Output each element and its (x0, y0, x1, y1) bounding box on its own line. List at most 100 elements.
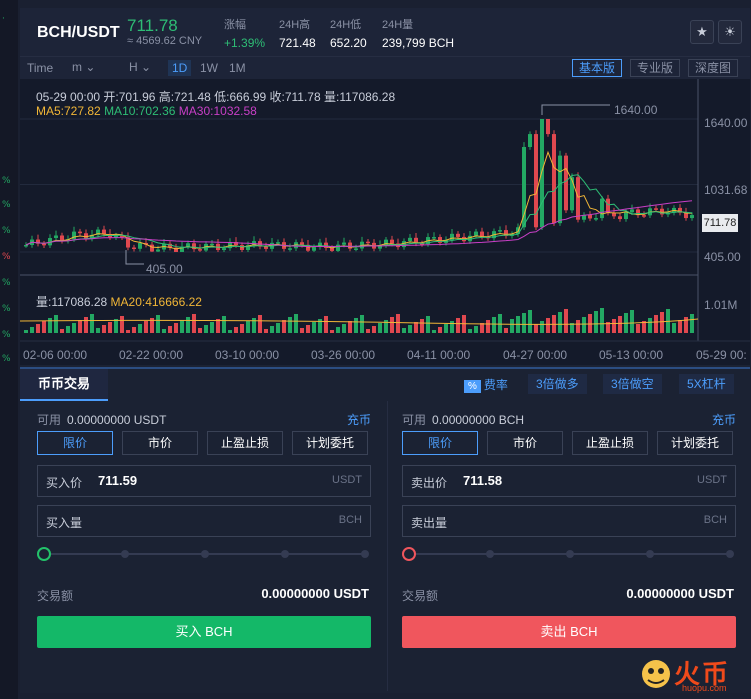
edge-tick: % (2, 200, 11, 210)
volume-bar (180, 320, 184, 333)
volume-bar (138, 324, 142, 333)
volume-bar (126, 330, 130, 333)
view-basic-button[interactable]: 基本版 (572, 59, 623, 77)
buy-amount-slider[interactable] (37, 546, 371, 562)
watermark-sub: huopu.com (682, 683, 727, 693)
volume-bar (468, 329, 472, 333)
volume-bar (102, 325, 106, 333)
volume-bar (474, 326, 478, 333)
hour-select[interactable]: H ⌄ (129, 60, 151, 74)
volume-bar (366, 329, 370, 333)
tab-spot-trading[interactable]: 币币交易 (20, 369, 108, 401)
ma10-label: MA10:702.36 (104, 104, 176, 118)
leverage-short-button[interactable]: 3倍做空 (603, 374, 662, 394)
buy-deposit-link[interactable]: 充币 (347, 411, 371, 428)
candle-body (132, 247, 136, 250)
buy-available: 可用 0.00000000 USDT (37, 411, 166, 428)
volume-bar (684, 317, 688, 333)
volume-bar (234, 327, 238, 333)
slider-stop[interactable] (566, 550, 574, 558)
fee-rate-link[interactable]: % 费率 (464, 376, 508, 393)
sell-limit-tab[interactable]: 限价 (402, 431, 478, 455)
volume-bar (282, 320, 286, 333)
interval-1d[interactable]: 1D (168, 60, 192, 76)
candle-body (42, 243, 46, 246)
buy-button[interactable]: 买入 BCH (37, 616, 371, 648)
volume-bar (612, 319, 616, 333)
volume-bar (522, 313, 526, 333)
leverage-long-button[interactable]: 3倍做多 (528, 374, 587, 394)
volume-bar (162, 329, 166, 333)
x-axis-label: 03-26 00:00 (311, 348, 376, 362)
slider-stop[interactable] (201, 550, 209, 558)
candle-body (588, 214, 592, 219)
candle-body (342, 242, 346, 245)
time-button[interactable]: Time (23, 60, 57, 76)
favorite-star-icon[interactable]: ★ (690, 20, 714, 44)
candle-body (312, 247, 316, 251)
slider-stop[interactable] (121, 550, 129, 558)
buy-qty-field[interactable]: 买入量 BCH (37, 505, 371, 537)
kline-chart[interactable]: 05-29 00:00 开:701.96 高:721.48 低:666.99 收… (20, 79, 750, 365)
buy-stop-tab[interactable]: 止盈止损 (207, 431, 283, 455)
sell-qty-field[interactable]: 卖出量 BCH (402, 505, 736, 537)
volume-bar (96, 328, 100, 333)
buy-price-field[interactable]: 买入价 711.59 USDT (37, 465, 371, 497)
sell-deposit-link[interactable]: 充币 (712, 411, 736, 428)
x-axis-label: 02-06 00:00 (23, 348, 88, 362)
slider-stop[interactable] (281, 550, 289, 558)
slider-stop[interactable] (361, 550, 369, 558)
volume-bar (486, 320, 490, 333)
volume-bar (594, 311, 598, 333)
view-depth-button[interactable]: 深度图 (688, 59, 739, 77)
volume-bar (408, 325, 412, 333)
candle-body (366, 241, 370, 244)
minute-select[interactable]: m ⌄ (72, 60, 95, 74)
field-label: 卖出价 (411, 476, 448, 490)
volume-bar (144, 321, 148, 333)
view-pro-button[interactable]: 专业版 (630, 59, 681, 77)
volume-bar (354, 318, 358, 333)
slider-stop[interactable] (646, 550, 654, 558)
volume-bar (618, 316, 622, 333)
pair-title[interactable]: BCH/USDT (37, 24, 120, 42)
x-axis-label: 04-11 00:00 (407, 348, 471, 362)
sell-button[interactable]: 卖出 BCH (402, 616, 736, 648)
candle-body (564, 155, 568, 211)
candle-body (348, 242, 352, 249)
buy-limit-tab[interactable]: 限价 (37, 431, 113, 455)
buy-plan-tab[interactable]: 计划委托 (292, 431, 368, 455)
total-value: 0.00000000 USDT (261, 586, 369, 601)
candle-body (276, 242, 280, 244)
sell-market-tab[interactable]: 市价 (487, 431, 563, 455)
volume-bar (372, 326, 376, 333)
candle-body (576, 177, 580, 220)
buy-market-tab[interactable]: 市价 (122, 431, 198, 455)
slider-handle[interactable] (402, 547, 416, 561)
buy-total: 交易额 0.00000000 USDT (37, 586, 371, 604)
stat-24h-low: 24H低 652.20 (330, 16, 367, 50)
volume-bar (270, 326, 274, 333)
candle-body (690, 215, 694, 219)
sell-price-field[interactable]: 卖出价 711.58 USDT (402, 465, 736, 497)
volume-bar (120, 316, 124, 333)
interval-1w[interactable]: 1W (196, 60, 222, 76)
candle-body (432, 237, 436, 239)
available-label: 可用 (37, 413, 62, 427)
field-value: 711.58 (463, 473, 503, 488)
sell-stop-tab[interactable]: 止盈止损 (572, 431, 648, 455)
field-value: 711.59 (98, 473, 138, 488)
volume-bar (426, 316, 430, 333)
margin-5x-button[interactable]: 5X杠杆 (679, 374, 734, 394)
slider-stop[interactable] (486, 550, 494, 558)
volume-bar (300, 328, 304, 333)
theme-sun-icon[interactable]: ☀ (718, 20, 742, 44)
sell-plan-tab[interactable]: 计划委托 (657, 431, 733, 455)
volume-bar (600, 308, 604, 333)
sell-amount-slider[interactable] (402, 546, 736, 562)
slider-stop[interactable] (726, 550, 734, 558)
candle-body (600, 198, 604, 219)
interval-1m[interactable]: 1M (225, 60, 250, 76)
slider-handle[interactable] (37, 547, 51, 561)
volume-bar (534, 324, 538, 333)
